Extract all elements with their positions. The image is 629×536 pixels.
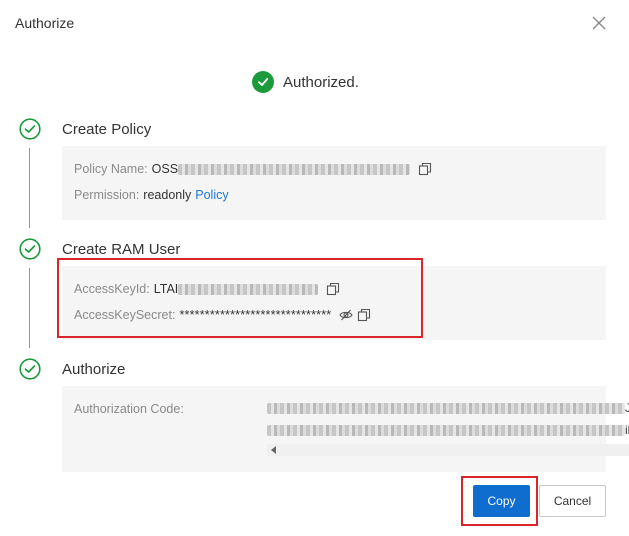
close-icon[interactable] — [590, 14, 608, 32]
redacted-text — [267, 403, 625, 414]
authorization-panel: Authorization Code: JI il — [62, 386, 629, 472]
policy-panel: Policy Name: OSS Permission: readonly Po… — [62, 146, 606, 220]
step-check-icon — [19, 118, 41, 140]
highlight-box-credentials — [57, 258, 423, 338]
success-check-icon — [252, 71, 274, 93]
authorization-code-label: Authorization Code: — [74, 402, 184, 416]
redacted-text — [178, 163, 411, 175]
code-line-end: JI — [625, 401, 629, 415]
step-title-create-policy: Create Policy — [62, 121, 152, 138]
horizontal-scrollbar[interactable] — [267, 444, 629, 456]
policy-name-row: Policy Name: OSS — [74, 162, 432, 176]
policy-name-label: Policy Name: — [74, 162, 148, 176]
authorized-status: Authorized. — [252, 71, 359, 93]
step-title-create-ram-user: Create RAM User — [62, 241, 181, 258]
step-check-icon — [19, 358, 41, 380]
permission-label: Permission: — [74, 188, 140, 202]
status-text: Authorized. — [283, 73, 359, 91]
code-line-end: il — [625, 423, 629, 437]
dialog-title: Authorize — [15, 15, 75, 31]
permission-value: readonly — [143, 188, 192, 202]
policy-link[interactable]: Policy — [195, 188, 228, 202]
step-check-icon — [19, 238, 41, 260]
step-connector — [29, 268, 30, 348]
redacted-text — [267, 425, 625, 436]
step-connector — [29, 148, 30, 228]
copy-icon[interactable] — [418, 162, 432, 176]
cancel-button[interactable]: Cancel — [539, 485, 606, 517]
policy-name-value: OSS — [151, 162, 179, 176]
permission-row: Permission: readonly Policy — [74, 188, 229, 202]
step-title-authorize: Authorize — [62, 361, 126, 378]
highlight-box-copy — [461, 476, 538, 526]
authorization-code-label-row: Authorization Code: — [74, 402, 184, 416]
scroll-left-icon[interactable] — [271, 446, 276, 454]
